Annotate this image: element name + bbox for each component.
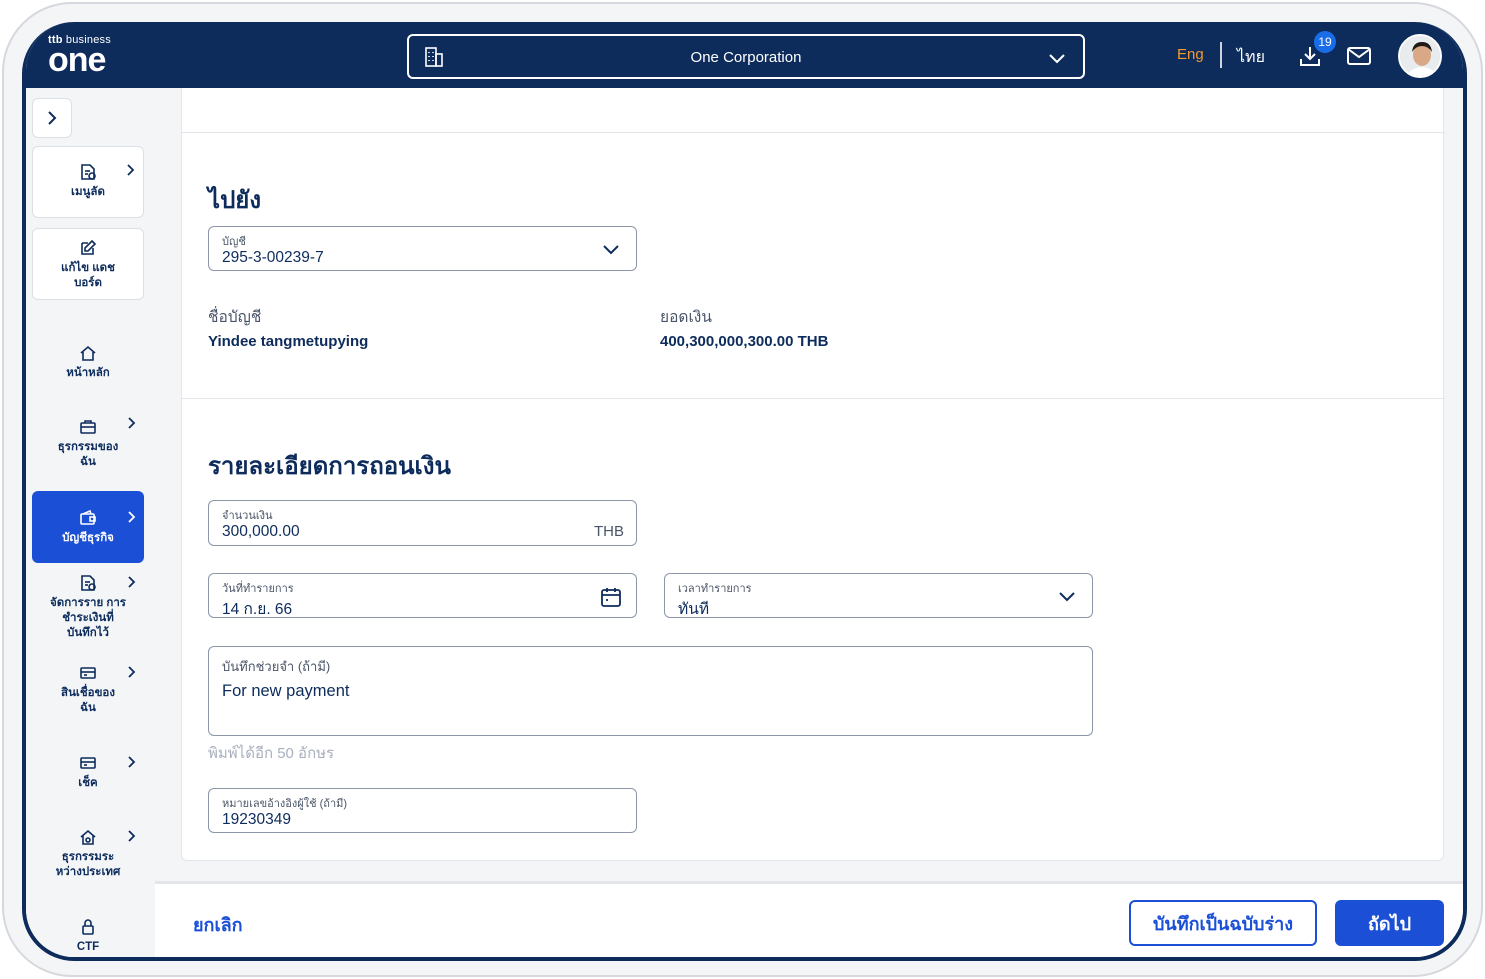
sidebar-item-my-loans[interactable]: สินเชื่อของ ฉัน xyxy=(32,656,144,726)
user-reference-field[interactable]: หมายเลขอ้างอิงผู้ใช้ (ถ้ามี) 19230349 xyxy=(208,788,637,833)
sidebar-item-label: แก้ไข แดชบอร์ด xyxy=(61,262,115,289)
balance-label: ยอดเงิน xyxy=(660,309,712,326)
chevron-down-icon xyxy=(1049,54,1065,64)
account-name-value: Yindee tangmetupying xyxy=(208,333,369,350)
account-label: บัญชี xyxy=(222,236,246,248)
sidebar-item-shortcut[interactable]: เมนูลัด xyxy=(32,146,144,218)
chevron-right-icon xyxy=(128,830,136,842)
app-logo[interactable]: ttb business one xyxy=(48,34,111,79)
sidebar: เมนูลัด แก้ไข แดชบอร์ด หน้าหลัก ธุรกรรมข… xyxy=(26,88,155,957)
avatar-picture xyxy=(1400,36,1440,76)
company-name: One Corporation xyxy=(690,49,802,66)
account-name-label: ชื่อบัญชี xyxy=(208,309,262,326)
chevron-right-icon xyxy=(128,576,136,588)
amount-field[interactable]: จำนวนเงิน 300,000.00 THB xyxy=(208,500,637,546)
cancel-button[interactable]: ยกเลิก xyxy=(193,910,243,939)
screen: ttb business one One Corporation Eng ไทย xyxy=(22,22,1467,961)
sidebar-item-label: สินเชื่อของ ฉัน xyxy=(61,687,115,714)
date-value: 14 ก.ย. 66 xyxy=(222,601,293,618)
memo-label: บันทึกช่วยจำ (ถ้ามี) xyxy=(222,659,331,674)
amount-value: 300,000.00 xyxy=(222,523,300,540)
chevron-right-icon xyxy=(128,666,136,678)
lock-icon xyxy=(82,919,94,935)
briefcase-icon xyxy=(80,420,96,434)
sidebar-item-label: เมนูลัด xyxy=(71,186,105,198)
sidebar-item-label: บัญชีธุรกิจ xyxy=(62,532,114,544)
edit-icon xyxy=(81,239,97,255)
chevron-right-icon xyxy=(127,164,135,176)
top-bar: ttb business one One Corporation Eng ไทย xyxy=(26,22,1463,88)
memo-value: For new payment xyxy=(222,682,350,700)
sidebar-expand-button[interactable] xyxy=(32,98,72,138)
balance-value: 400,300,000,300.00 THB xyxy=(660,333,829,350)
next-button[interactable]: ถัดไป xyxy=(1335,900,1444,946)
user-avatar[interactable] xyxy=(1398,34,1442,78)
chevron-right-icon xyxy=(128,756,136,768)
sidebar-item-label: เช็ค xyxy=(78,777,98,789)
language-thai[interactable]: ไทย xyxy=(1237,45,1265,70)
main-content: ไปยัง บัญชี 295-3-00239-7 ชื่อบัญชี Yind… xyxy=(155,88,1463,881)
form-card: ไปยัง บัญชี 295-3-00239-7 ชื่อบัญชี Yind… xyxy=(181,88,1445,861)
time-label: เวลาทำรายการ xyxy=(678,583,752,595)
action-footer: ยกเลิก บันทึกเป็นฉบับร่าง ถัดไป xyxy=(155,881,1463,957)
language-english[interactable]: Eng xyxy=(1177,46,1204,63)
document-icon xyxy=(81,575,96,591)
sidebar-item-my-transactions[interactable]: ธุรกรรมของ ฉัน xyxy=(32,400,144,478)
sidebar-item-label: หน้าหลัก xyxy=(66,367,110,379)
amount-label: จำนวนเงิน xyxy=(222,510,273,522)
mail-icon[interactable] xyxy=(1346,46,1372,66)
sidebar-item-label: ธุรกรรมของ ฉัน xyxy=(57,441,119,468)
language-divider xyxy=(1220,42,1222,68)
brand-main: one xyxy=(48,41,106,79)
sidebar-item-edit-dashboard[interactable]: แก้ไข แดชบอร์ด xyxy=(32,228,144,300)
global-icon xyxy=(80,829,96,845)
sidebar-item-label: จัดการราย การชำระเงินที่ บันทึกไว้ xyxy=(50,597,126,639)
calendar-icon[interactable] xyxy=(600,586,622,608)
details-section-title: รายละเอียดการถอนเงิน xyxy=(208,453,451,480)
sidebar-item-business-account[interactable]: บัญชีธุรกิจ xyxy=(32,491,144,563)
wallet-icon xyxy=(80,509,96,525)
sidebar-item-saved-payments[interactable]: จัดการราย การชำระเงินที่ บันทึกไว้ xyxy=(32,566,144,648)
transaction-time-dropdown[interactable]: เวลาทำรายการ ทันที xyxy=(664,573,1093,618)
cheque-icon xyxy=(80,757,96,769)
app-window: ttb business one One Corporation Eng ไทย xyxy=(26,22,1463,957)
chevron-down-icon xyxy=(1059,592,1075,602)
section-divider xyxy=(182,398,1445,399)
reference-value: 19230349 xyxy=(222,811,291,828)
reference-label: หมายเลขอ้างอิงผู้ใช้ (ถ้ามี) xyxy=(222,798,348,810)
account-value: 295-3-00239-7 xyxy=(222,249,324,266)
chevron-down-icon xyxy=(603,245,619,255)
device-frame: ttb business one One Corporation Eng ไทย xyxy=(2,2,1483,977)
section-divider xyxy=(182,132,1445,133)
time-value: ทันที xyxy=(678,601,710,618)
company-selector[interactable]: One Corporation xyxy=(407,34,1085,79)
sidebar-item-international[interactable]: ธุรกรรมระ หว่างประเทศ xyxy=(32,820,144,888)
to-section-title: ไปยัง xyxy=(208,187,262,214)
card-icon xyxy=(80,667,96,679)
sidebar-item-home[interactable]: หน้าหลัก xyxy=(32,326,144,386)
sidebar-item-cheque[interactable]: เช็ค xyxy=(32,746,144,806)
shortcut-icon xyxy=(81,164,96,180)
date-label: วันที่ทำรายการ xyxy=(222,583,294,595)
save-draft-button[interactable]: บันทึกเป็นฉบับร่าง xyxy=(1129,900,1317,946)
chevron-right-icon xyxy=(128,417,136,429)
chevron-right-icon xyxy=(128,511,136,523)
sidebar-item-label: ธุรกรรมระ หว่างประเทศ xyxy=(55,851,121,878)
memo-textarea[interactable]: บันทึกช่วยจำ (ถ้ามี) For new payment xyxy=(208,646,1093,736)
account-dropdown[interactable]: บัญชี 295-3-00239-7 xyxy=(208,226,637,271)
home-icon xyxy=(80,345,96,361)
chevron-right-icon xyxy=(48,111,57,125)
sidebar-item-ctf[interactable]: CTF xyxy=(32,910,144,956)
amount-currency: THB xyxy=(594,523,624,540)
memo-char-counter: พิมพ์ได้อีก 50 อักษร xyxy=(208,745,335,762)
download-count-badge: 19 xyxy=(1314,31,1336,53)
sidebar-item-label: CTF xyxy=(76,941,100,953)
transaction-date-field[interactable]: วันที่ทำรายการ 14 ก.ย. 66 xyxy=(208,573,637,618)
